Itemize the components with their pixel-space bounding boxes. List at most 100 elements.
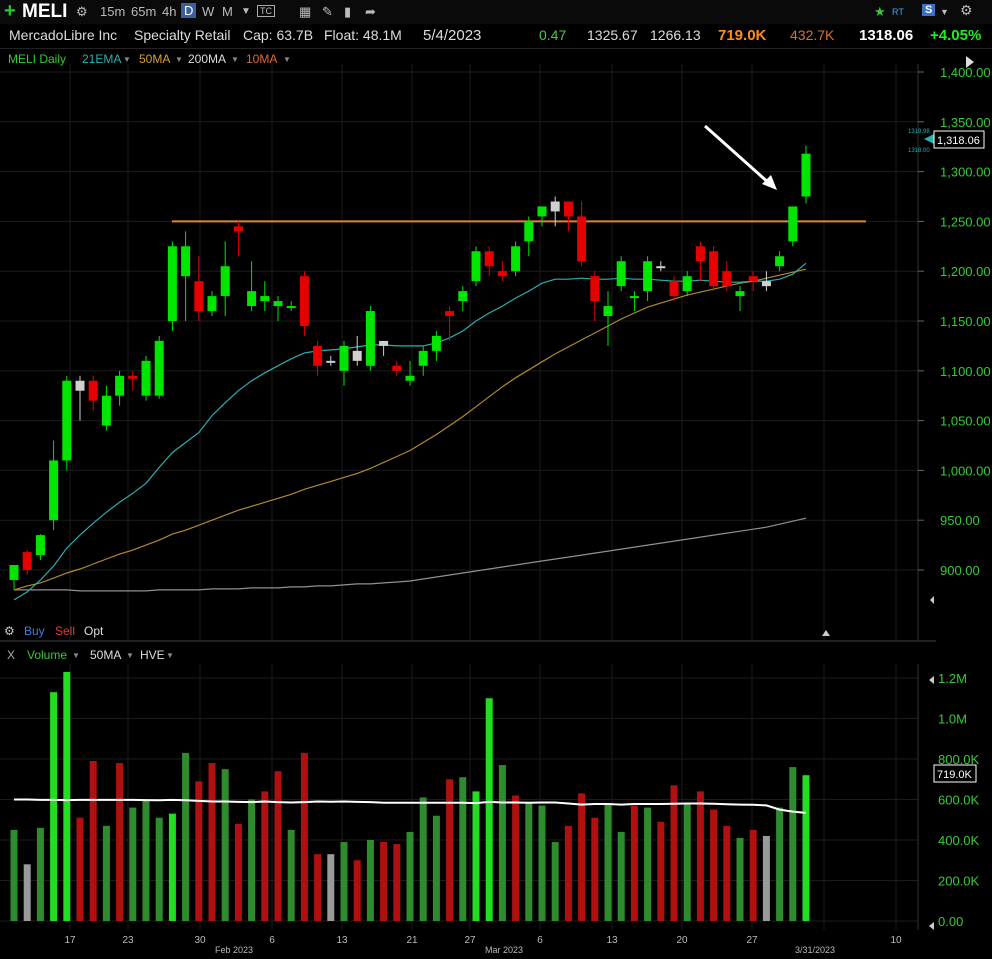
volume-close-button[interactable]: X	[7, 648, 15, 662]
candle-body	[22, 552, 32, 570]
volume-bar	[102, 825, 110, 921]
candle-body	[577, 216, 587, 262]
volume-bar	[432, 815, 440, 921]
candle-body	[194, 281, 204, 312]
volume-label[interactable]: Volume	[27, 648, 67, 662]
candle-body	[128, 375, 138, 379]
candle-body	[220, 266, 230, 297]
collapse-left-icon[interactable]	[930, 596, 934, 604]
volume-bar	[696, 791, 704, 921]
candle-body	[392, 365, 402, 371]
price-tick-label: 1,050.00	[940, 414, 991, 429]
chevron-down-icon[interactable]: ▼	[72, 651, 80, 660]
volume-bar	[630, 805, 638, 921]
volume-bar	[274, 771, 282, 921]
candles	[9, 145, 811, 590]
volume-bar	[525, 803, 533, 921]
volume-bar	[314, 854, 322, 921]
buy-button[interactable]: Buy	[24, 624, 45, 638]
volume-bar	[472, 791, 480, 921]
volume-bar	[129, 807, 137, 921]
volume-bar	[327, 854, 335, 921]
candle-body	[497, 271, 507, 277]
volume-tick-label: 1.2M	[938, 671, 967, 686]
volume-bar	[406, 831, 414, 921]
price-tick-label: 1,200.00	[940, 264, 991, 279]
price-tick-label: 1,250.00	[940, 214, 991, 229]
candle-body	[352, 350, 362, 361]
candle-body	[418, 350, 428, 366]
trade-icon[interactable]: ⚙	[4, 624, 15, 638]
volume-bar	[155, 817, 163, 921]
candle-body	[181, 246, 191, 277]
candle-body	[260, 296, 270, 302]
volume-bar	[419, 797, 427, 921]
volume-bar	[50, 692, 58, 921]
candle-body	[379, 340, 389, 346]
candle-body	[405, 375, 415, 381]
volume-bar	[538, 805, 546, 921]
volume-bar	[142, 799, 150, 921]
chart-canvas[interactable]: 1,400.00 1,350.00 1,300.00 1,250.00 1,200.00…	[0, 0, 992, 959]
mini-high-label: 1319.98	[908, 129, 930, 135]
mini-low-label: 1318.00	[908, 148, 930, 154]
date-tick-label: 30	[194, 935, 206, 946]
candle-body	[115, 375, 125, 396]
volume-ma-label[interactable]: 50MA	[90, 648, 121, 662]
hve-label[interactable]: HVE	[140, 648, 165, 662]
volume-bar	[578, 793, 586, 921]
volume-bar	[380, 842, 388, 921]
date-tick-label: 23	[122, 935, 134, 946]
volume-bar	[10, 829, 18, 921]
date-tick-label: 27	[464, 935, 476, 946]
sell-button[interactable]: Sell	[55, 624, 75, 638]
candle-body	[801, 153, 811, 197]
volume-bar	[617, 831, 625, 921]
price-tick-label: 900.00	[940, 563, 980, 578]
volume-bar	[802, 775, 810, 921]
candle-body	[563, 201, 573, 217]
date-tick-label: Feb 2023	[215, 945, 253, 955]
volume-last-label: 719.0K	[937, 769, 973, 781]
volume-bar	[393, 844, 401, 921]
date-tick-label: 13	[336, 935, 348, 946]
volume-tick-label: 0.00	[938, 914, 963, 929]
volume-bar	[195, 781, 203, 921]
moving-averages	[13, 262, 807, 601]
candle-body	[735, 291, 745, 297]
price-marker-icon	[924, 134, 934, 144]
scroll-up-icon[interactable]	[822, 630, 830, 636]
candle-body	[49, 460, 59, 521]
volume-bar	[208, 763, 216, 921]
volume-bar	[353, 860, 361, 921]
volume-bar	[221, 769, 229, 921]
candle-body	[445, 311, 455, 317]
volume-collapse-bottom-icon[interactable]	[929, 922, 934, 930]
candle-body	[154, 340, 164, 396]
volume-collapse-icon[interactable]	[929, 676, 934, 684]
candle-body	[722, 271, 732, 287]
volume-bar	[234, 823, 242, 921]
volume-bar	[789, 767, 797, 921]
chevron-down-icon[interactable]: ▼	[126, 651, 134, 660]
candle-body	[590, 276, 600, 302]
volume-bar	[657, 821, 665, 921]
candle-body	[550, 201, 560, 212]
volume-bar	[710, 809, 718, 921]
chevron-down-icon[interactable]: ▼	[166, 651, 174, 660]
candle-body	[313, 345, 323, 366]
volume-bar	[762, 835, 770, 921]
volume-bar	[182, 752, 190, 921]
price-tick-label: 1,400.00	[940, 65, 991, 80]
volume-bar	[446, 779, 454, 921]
volume-bar	[723, 825, 731, 921]
date-tick-label: 10	[890, 935, 902, 946]
date-tick-label: 27	[746, 935, 758, 946]
candle-body	[761, 281, 771, 287]
candle-body	[537, 206, 547, 217]
candle-body	[365, 311, 375, 366]
opt-button[interactable]: Opt	[84, 624, 103, 638]
date-tick-label: 6	[537, 935, 543, 946]
volume-bar	[63, 671, 71, 921]
volume-bar	[564, 825, 572, 921]
